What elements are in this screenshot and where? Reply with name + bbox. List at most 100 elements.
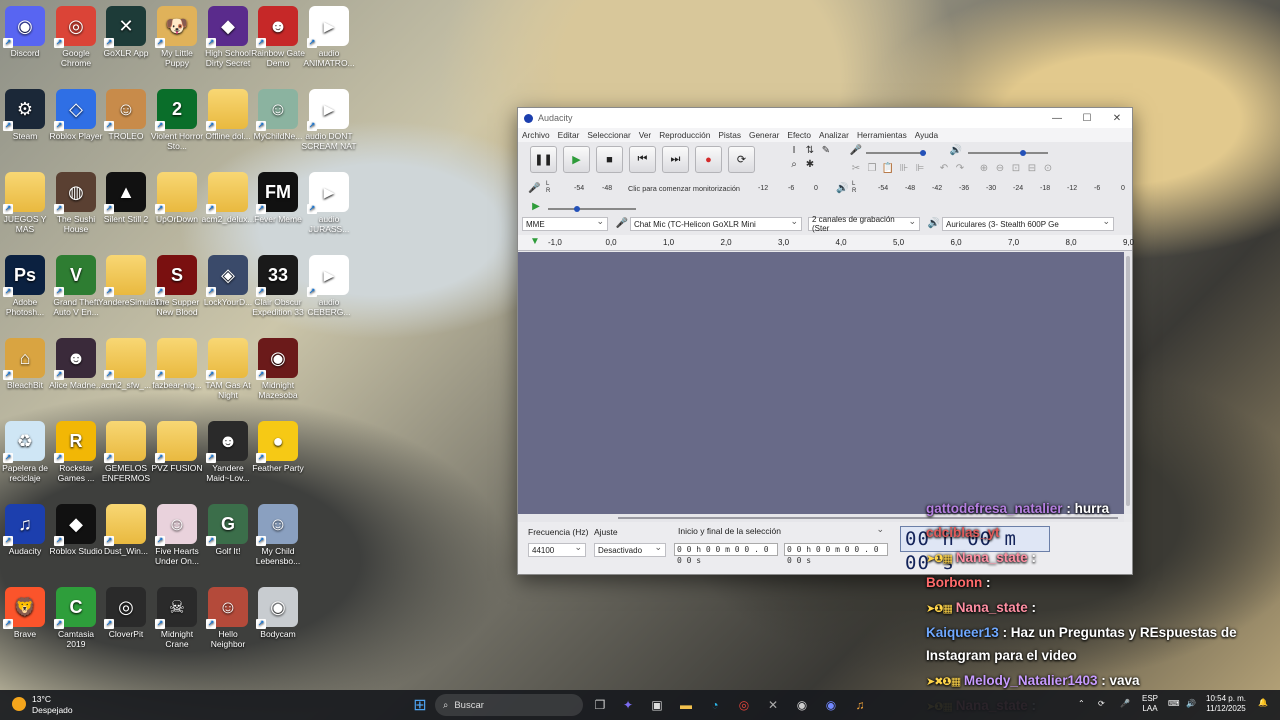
record-button[interactable]: ●: [695, 146, 722, 173]
desktop-icon[interactable]: ☻ ↗ Alice Madne...: [48, 334, 104, 414]
selection-tool-icon[interactable]: I: [786, 144, 802, 158]
desktop-icon[interactable]: 2 ↗ Violent Horror Sto...: [149, 85, 205, 165]
desktop-icon[interactable]: C ↗ Camtasia 2019: [48, 583, 104, 663]
desktop-icon[interactable]: ● ↗ Feather Party: [250, 417, 306, 497]
desktop-icon[interactable]: ◉ ↗ Bodycam: [250, 583, 306, 663]
close-button[interactable]: ✕: [1102, 113, 1132, 124]
cut-icon[interactable]: ✂: [848, 162, 864, 176]
desktop-icon[interactable]: R ↗ Rockstar Games ...: [48, 417, 104, 497]
menu-archivo[interactable]: Archivo: [522, 130, 550, 140]
task-view-icon[interactable]: ❐: [590, 695, 610, 715]
desktop-icon[interactable]: S ↗ The Supper New Blood: [149, 251, 205, 331]
desktop-icon[interactable]: ◆ ↗ Roblox Studio: [48, 500, 104, 580]
desktop-icon[interactable]: ↗audio DONT SCREAM NAT: [301, 85, 357, 165]
discord-taskbar-icon[interactable]: ◉: [821, 695, 841, 715]
selection-end-time[interactable]: 0 0 h 0 0 m 0 0 . 0 0 0 s: [784, 543, 888, 565]
menu-generar[interactable]: Generar: [749, 130, 779, 140]
zoom-toggle-icon[interactable]: ⊙: [1040, 162, 1056, 176]
desktop-icon[interactable]: ↗ acm2_delux...: [200, 168, 256, 248]
desktop-icon[interactable]: ✕ ↗ GoXLR App: [98, 2, 154, 82]
chrome-taskbar-icon[interactable]: ◎: [734, 695, 754, 715]
desktop-icon[interactable]: ⌂ ↗ BleachBit: [0, 334, 53, 414]
tray-app-icon[interactable]: ⟳: [1098, 699, 1105, 709]
minimize-button[interactable]: —: [1042, 113, 1072, 124]
volume-icon[interactable]: 🔊: [1186, 699, 1196, 709]
desktop-icon[interactable]: ↗ PVZ FUSION: [149, 417, 205, 497]
zoom-out-icon[interactable]: ⊖: [992, 162, 1008, 176]
desktop-icon[interactable]: 33 ↗ Clair Obscur Expedition 33: [250, 251, 306, 331]
fit-selection-icon[interactable]: ⊡: [1008, 162, 1024, 176]
desktop-icon[interactable]: ↗ UpOrDown: [149, 168, 205, 248]
desktop-icon[interactable]: ◍ ↗ The Sushi House: [48, 168, 104, 248]
undo-icon[interactable]: ↶: [936, 162, 952, 176]
desktop-icon[interactable]: ☺ ↗ Five Hearts Under On...: [149, 500, 205, 580]
desktop-icon[interactable]: FM ↗ Fever Meme: [250, 168, 306, 248]
desktop-icon[interactable]: Ps ↗ Adobe Photosh...: [0, 251, 53, 331]
play-speed-slider[interactable]: [548, 208, 636, 210]
redo-icon[interactable]: ↷: [952, 162, 968, 176]
trim-icon[interactable]: ⊪: [896, 162, 912, 176]
paste-icon[interactable]: 📋: [880, 162, 896, 176]
timeline-ruler[interactable]: ▼ -1,0 0,0 1,0 2,0 3,0 4,0 5,0 6,0 7,0 8,0 9,0: [518, 235, 1134, 251]
zoom-in-icon[interactable]: ⊕: [976, 162, 992, 176]
desktop-icon[interactable]: V ↗ Grand Theft Auto V En...: [48, 251, 104, 331]
copy-icon[interactable]: ❐: [864, 162, 880, 176]
network-icon[interactable]: ⌨: [1168, 699, 1180, 709]
desktop-icon[interactable]: ◉ ↗ Discord: [0, 2, 53, 82]
menu-ayuda[interactable]: Ayuda: [915, 130, 938, 140]
desktop-icon[interactable]: ↗ Dust_Win...: [98, 500, 154, 580]
snap-select[interactable]: Desactivado: [594, 542, 666, 557]
desktop-icon[interactable]: ☺ ↗ TROLEO: [98, 85, 154, 165]
recording-volume-slider[interactable]: [866, 152, 926, 154]
notifications-icon[interactable]: 🔔: [1258, 698, 1268, 708]
loop-button[interactable]: ⟳: [728, 146, 755, 173]
draw-tool-icon[interactable]: ✎: [818, 144, 834, 158]
desktop-icon[interactable]: ↗ YandereSimulator: [98, 251, 165, 331]
desktop-icon[interactable]: G ↗ Golf It!: [200, 500, 256, 580]
stop-button[interactable]: ■: [596, 146, 623, 173]
playback-device-select[interactable]: Auriculares (3- Stealth 600P Ge: [942, 216, 1114, 231]
menu-seleccionar[interactable]: Seleccionar: [587, 130, 630, 140]
taskbar-search[interactable]: ⌕ Buscar: [435, 694, 583, 716]
rate-select[interactable]: 44100: [528, 542, 586, 557]
desktop-icon[interactable]: ◎ ↗ Google Chrome: [48, 2, 104, 82]
zoom-tool-icon[interactable]: ⌕: [786, 158, 802, 172]
desktop-icon[interactable]: ↗audio JURASS...: [301, 168, 357, 248]
silence-icon[interactable]: ⊫: [912, 162, 928, 176]
desktop-icon[interactable]: ☺ ↗ Hello Neighbor: [200, 583, 256, 663]
maximize-button[interactable]: ☐: [1072, 113, 1102, 124]
fit-project-icon[interactable]: ⊟: [1024, 162, 1040, 176]
title-bar[interactable]: Audacity — ☐ ✕: [518, 108, 1132, 128]
selection-mode-select[interactable]: [674, 524, 888, 539]
tray-mic-icon[interactable]: 🎤: [1120, 699, 1130, 709]
menu-efecto[interactable]: Efecto: [787, 130, 811, 140]
desktop-icon[interactable]: ☻ ↗ Rainbow Gate Demo: [250, 2, 306, 82]
menu-herramientas[interactable]: Herramientas: [857, 130, 907, 140]
menu-analizar[interactable]: Analizar: [819, 130, 849, 140]
obs-taskbar-icon[interactable]: ◉: [792, 695, 812, 715]
skip-end-button[interactable]: ⏭: [662, 146, 689, 173]
recording-meter[interactable]: 🎤 LR -54 -48 Clic para comenzar monitori…: [528, 181, 828, 194]
audacity-taskbar-icon[interactable]: ♫: [850, 695, 870, 715]
language-indicator[interactable]: ESP LAA: [1142, 694, 1158, 714]
store-icon[interactable]: ▣: [647, 695, 667, 715]
desktop-icon[interactable]: ↗ JUEGOS Y MAS: [0, 168, 53, 248]
desktop-icon[interactable]: ◆ ↗ High School Dirty Secret: [200, 2, 256, 82]
selection-start-time[interactable]: 0 0 h 0 0 m 0 0 . 0 0 0 s: [674, 543, 778, 565]
desktop-icon[interactable]: ⚙ ↗ Steam: [0, 85, 53, 165]
desktop-icon[interactable]: ↗ Offline dol...: [200, 85, 256, 165]
menu-pistas[interactable]: Pistas: [718, 130, 741, 140]
recording-volume-knob[interactable]: [920, 150, 926, 156]
menu-editar[interactable]: Editar: [558, 130, 580, 140]
play-button[interactable]: ▶: [563, 146, 590, 173]
desktop-icon[interactable]: ↗ GEMELOS ENFERMOS: [98, 417, 154, 497]
desktop-icon[interactable]: ◉ ↗ Midnight Mazesoba: [250, 334, 306, 414]
menu-reproduccion[interactable]: Reproducción: [659, 130, 710, 140]
desktop-icon[interactable]: ↗ TAM Gas At Night: [200, 334, 256, 414]
skip-start-button[interactable]: ⏮: [629, 146, 656, 173]
copilot-icon[interactable]: ✦: [618, 695, 638, 715]
desktop-icon[interactable]: ◇ ↗ Roblox Player: [48, 85, 104, 165]
desktop-icon[interactable]: 🦁 ↗ Brave: [0, 583, 53, 663]
tray-chevron-icon[interactable]: ⌃: [1078, 699, 1085, 709]
playback-meter[interactable]: 🔊 LR -54 -48 -42 -36 -30 -24 -18 -12 -6 0: [836, 181, 1128, 194]
